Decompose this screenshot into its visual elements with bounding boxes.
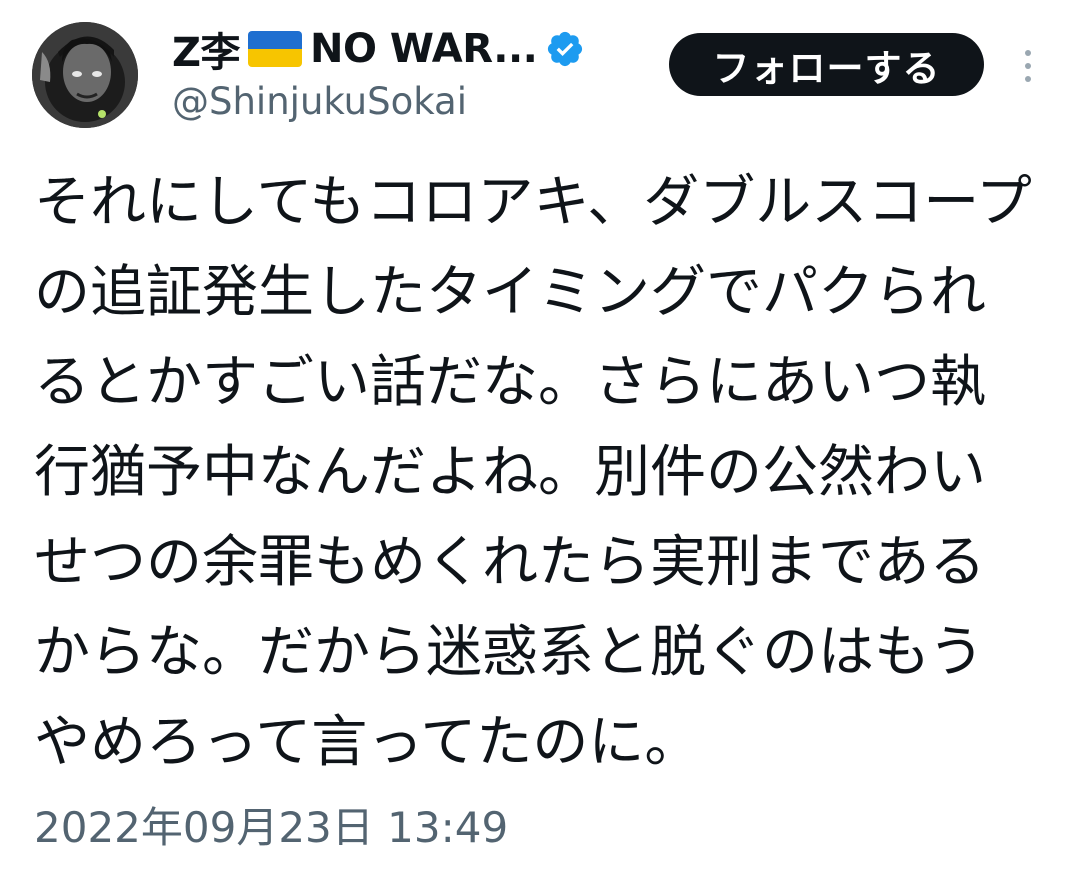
tweet-text-line: からな。だから迷惑系と脱ぐのはもう [34, 620, 985, 685]
tweet-text-line: せつの余罪もめくれたら実刑まである [34, 530, 986, 595]
tweet-text-line: の追証発生したタイミングでパクられ [34, 260, 986, 325]
tweet-timestamp[interactable]: 2022年09月23日 13:49 [34, 794, 508, 855]
tweet-text-line: るとかすごい話だな。さらにあいつ執 [34, 350, 986, 415]
avatar[interactable] [32, 22, 138, 128]
follow-button[interactable]: フォローする [669, 33, 984, 96]
tweet-text-line: やめろって言ってたのに。 [34, 710, 701, 775]
verified-badge-icon [548, 31, 583, 67]
author-display-name[interactable]: Z李 [172, 20, 241, 78]
author-name-row[interactable]: Z李 NO WAR... [172, 22, 585, 76]
tweet-text: それにしてもコロアキ、ダブルスコープ の追証発生したタイミングでパクられ るとか… [34, 158, 1064, 788]
avatar-image [32, 22, 138, 128]
tweet-text-line: 行猶予中なんだよね。別件の公然わい [34, 440, 986, 505]
ukraine-flag-icon [248, 31, 303, 67]
author-handle[interactable]: @ShinjukuSokai [172, 80, 467, 123]
author-display-name-suffix[interactable]: NO WAR... [310, 26, 538, 72]
more-vertical-icon[interactable] [1010, 44, 1046, 88]
tweet-text-line: それにしてもコロアキ、ダブルスコープ [34, 170, 1032, 235]
